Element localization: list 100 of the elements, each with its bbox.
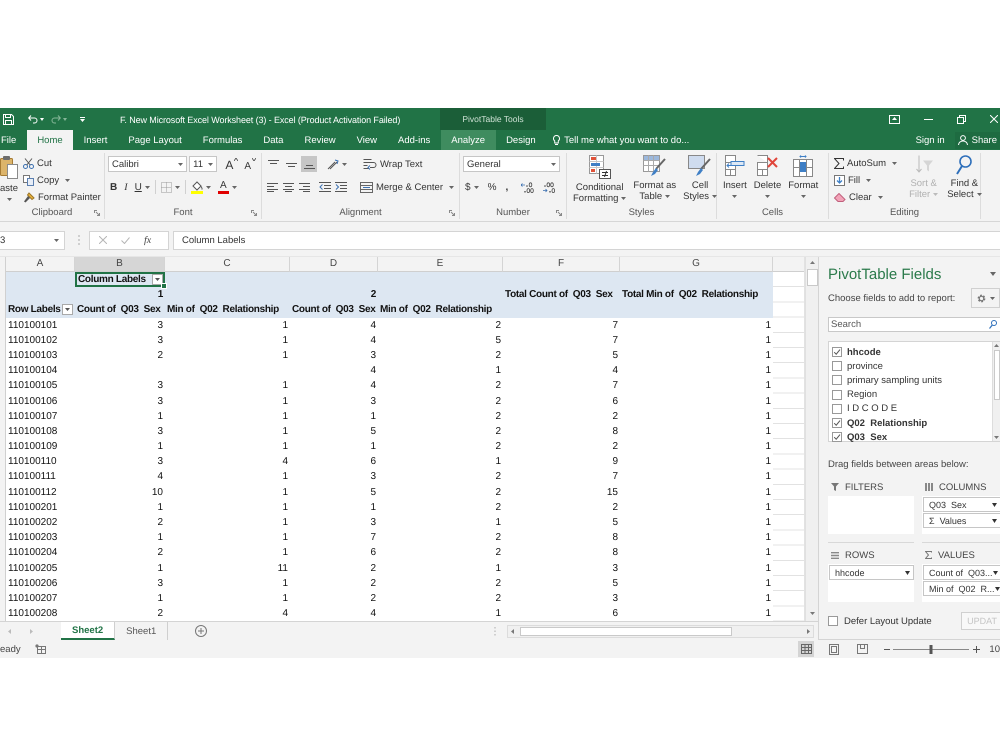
scroll-thumb[interactable] (520, 626, 732, 636)
field-label[interactable]: Q03 Sex (847, 432, 888, 443)
ribbon-tab[interactable]: Home (26, 130, 74, 150)
comma-style-button[interactable]: , (503, 179, 510, 195)
ribbon-tab[interactable]: Insert (73, 130, 118, 150)
caret-icon[interactable] (63, 118, 67, 120)
vertical-scrollbar[interactable] (805, 257, 818, 621)
field-label[interactable]: I D C O D E (847, 403, 898, 414)
ribbon-tab[interactable]: Page Layout (118, 130, 192, 150)
dialog-launcher-icon[interactable] (94, 210, 100, 216)
field-label[interactable]: hhcode (847, 346, 881, 358)
formula-field[interactable]: Column Labels (173, 230, 1000, 250)
area-field-button[interactable]: Q03 Sex (923, 497, 1000, 512)
percent-button[interactable]: % (486, 179, 498, 195)
field-label[interactable]: primary sampling units (847, 374, 942, 386)
checkbox[interactable] (828, 616, 838, 626)
scroll-right-icon[interactable] (807, 628, 810, 634)
area-field-button[interactable]: Min of Q02 R... (923, 581, 1000, 596)
sheet-tab[interactable]: Sheet2 (61, 622, 116, 640)
area-drop-zone[interactable]: Count of Q03... Min of Q02 R... (922, 564, 1000, 602)
area-drop-zone[interactable]: Q03 Sex Σ Values (922, 496, 1000, 534)
format-painter-button[interactable]: Format Painter (21, 189, 103, 205)
fill-handle-icon[interactable] (161, 283, 167, 290)
search-field[interactable]: Search (828, 317, 1000, 332)
area-drop-zone[interactable]: hhcode (828, 564, 914, 602)
format-cells-button[interactable]: Format (785, 155, 822, 198)
area-field-button[interactable]: hhcode (829, 565, 914, 580)
underline-button[interactable]: U (132, 179, 152, 195)
column-header[interactable]: F (503, 257, 620, 272)
scroll-up-icon[interactable] (994, 344, 999, 347)
merge-center-button[interactable]: Merge & Center (358, 179, 456, 195)
name-box[interactable]: 3 (0, 230, 65, 250)
caret-icon[interactable] (40, 118, 44, 120)
scroll-down-icon[interactable] (810, 612, 814, 615)
shrink-font-button[interactable]: A (242, 156, 258, 172)
ribbon-display-options-icon[interactable] (889, 114, 900, 124)
ribbon-tab[interactable]: Design (496, 130, 546, 150)
number-format-dropdown[interactable]: General (463, 156, 560, 172)
format-as-table-button[interactable]: Format as Table (630, 155, 680, 202)
zoom-in-icon[interactable] (973, 646, 980, 652)
currency-button[interactable]: $ (463, 179, 481, 195)
insert-cells-button[interactable]: Insert (720, 155, 750, 198)
cell-styles-button[interactable]: Cell Styles (680, 155, 720, 202)
field-label[interactable]: Q02 Relationship (847, 418, 928, 429)
filter-dropdown-button[interactable] (62, 304, 73, 316)
column-header[interactable]: B (75, 257, 165, 272)
pivot-header-cell[interactable]: Column Labels (75, 272, 165, 288)
add-sheet-icon[interactable] (195, 625, 208, 637)
cut-button[interactable]: Cut (21, 155, 103, 171)
area-field-button[interactable]: Count of Q03... (923, 565, 1000, 580)
split-handle-icon[interactable] (494, 626, 496, 636)
checkbox-label[interactable]: Defer Layout Update (844, 616, 932, 626)
ribbon-tab[interactable]: Formulas (192, 130, 253, 150)
macro-record-icon[interactable] (34, 644, 46, 654)
dialog-launcher-icon[interactable] (449, 210, 455, 216)
column-header[interactable]: E (378, 257, 503, 272)
autosum-button[interactable]: AutoSum (832, 155, 900, 171)
ribbon-tab[interactable]: File (0, 130, 27, 150)
find-select-button[interactable]: Find & Select (944, 155, 985, 200)
decrease-indent-button[interactable] (318, 179, 332, 195)
scroll-down-icon[interactable] (994, 436, 999, 439)
ribbon-tab[interactable]: Analyze (440, 130, 496, 150)
layout-options-button[interactable] (971, 288, 1000, 308)
dialog-launcher-icon[interactable] (556, 210, 562, 216)
fill-button[interactable]: Fill (832, 172, 900, 188)
grow-font-button[interactable]: A (223, 156, 240, 172)
page-break-view-button[interactable] (854, 641, 870, 657)
save-icon[interactable] (3, 114, 14, 124)
zoom-level[interactable]: 10 (989, 644, 1000, 654)
checkmark-icon[interactable] (121, 236, 130, 244)
customize-toolbar-icon[interactable] (80, 116, 85, 122)
area-field-button[interactable]: Σ Values (923, 513, 1000, 528)
scroll-thumb[interactable] (806, 269, 818, 286)
minimize-icon[interactable] (924, 118, 933, 120)
fill-color-button[interactable] (188, 179, 213, 195)
scroll-left-icon[interactable] (511, 628, 514, 634)
checkbox[interactable] (832, 418, 842, 428)
undo-icon[interactable] (28, 114, 38, 124)
checkbox[interactable] (832, 390, 842, 400)
italic-button[interactable]: I (122, 179, 130, 195)
column-header[interactable]: C (165, 257, 290, 272)
ribbon-tab[interactable]: Data (252, 130, 294, 150)
ribbon-tab[interactable]: View (346, 130, 388, 150)
redo-icon[interactable] (51, 114, 61, 124)
borders-button[interactable] (158, 179, 182, 195)
share-button[interactable]: Share (954, 132, 1000, 148)
scroll-up-icon[interactable] (810, 261, 814, 264)
sign-in-link[interactable]: Sign in (916, 134, 945, 146)
checkbox[interactable] (832, 347, 842, 358)
restore-icon[interactable] (957, 114, 966, 124)
checkbox[interactable] (832, 361, 842, 372)
delete-cells-button[interactable]: Delete (750, 155, 784, 198)
increase-indent-button[interactable] (334, 179, 348, 195)
ribbon-tab[interactable]: Review (294, 130, 346, 150)
panel-menu-caret-icon[interactable] (990, 272, 996, 276)
bottom-align-button[interactable] (301, 156, 317, 172)
close-icon[interactable] (990, 115, 998, 123)
font-size-dropdown[interactable]: 11 (189, 156, 218, 172)
normal-view-button[interactable] (798, 641, 814, 657)
tell-me-field[interactable]: Tell me what you want to do... (564, 133, 714, 147)
